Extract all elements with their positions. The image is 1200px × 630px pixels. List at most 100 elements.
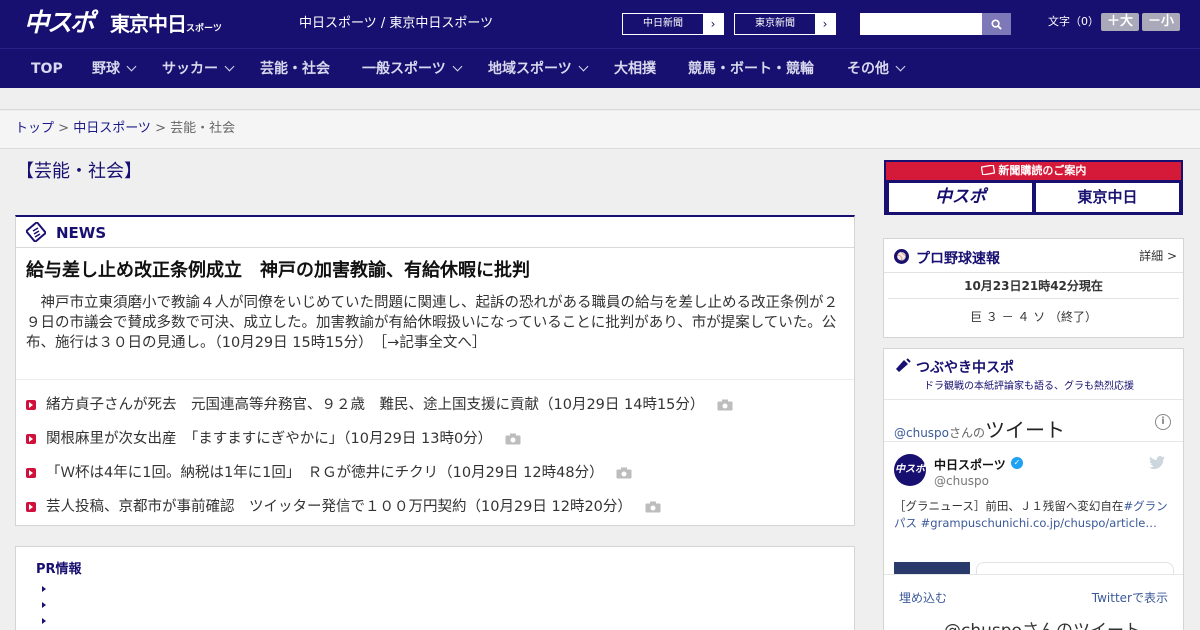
header-spacer xyxy=(0,88,1200,110)
timeline-next-header: @chuspoさんのツイート xyxy=(944,616,1141,630)
nav-item-racing[interactable]: 競馬・ボート・競輪 xyxy=(688,49,814,89)
baseball-header: ⚾ プロ野球速報 詳細 > xyxy=(884,239,1183,273)
subscription-banner[interactable]: 新聞購読のご案内 中スポ 東京中日 xyxy=(884,160,1183,215)
news-header: NEWS xyxy=(16,217,854,248)
triangle-bullet-icon xyxy=(42,618,46,624)
breadcrumb: トップ > 中日スポーツ > 芸能・社会 xyxy=(0,111,1200,149)
main-nav: TOP 野球 サッカー 芸能・社会 一般スポーツ 地域スポーツ 大相撲 競馬・ボ… xyxy=(0,48,1200,88)
nav-item-entertainment[interactable]: 芸能・社会 xyxy=(260,49,330,89)
avatar[interactable]: 中スポ xyxy=(894,454,926,486)
search-input[interactable] xyxy=(860,13,982,35)
twitter-section: つぶやき中スポ ドラ観戦の本紙評論家も語る、グラも熱烈応援 @chuspoさんの… xyxy=(883,348,1184,630)
chevron-right-icon: › xyxy=(815,14,835,34)
nav-item-soccer[interactable]: サッカー xyxy=(162,49,235,89)
font-size-increase-button[interactable]: ＋大 xyxy=(1101,13,1139,31)
nav-label: その他 xyxy=(847,61,889,77)
tokyo-logo-text: 東京中日 xyxy=(110,12,187,36)
nav-item-other[interactable]: その他 xyxy=(847,49,906,89)
nav-item-baseball[interactable]: 野球 xyxy=(92,49,137,89)
newspaper-icon xyxy=(26,222,46,242)
megaphone-icon xyxy=(896,358,911,372)
twitter-timeline: @chuspoさんのツイート i 中スポ 中日スポーツ ✓ @chuspo ［グ… xyxy=(884,399,1183,630)
tokyo-chunichi-subscribe-logo[interactable]: 東京中日 xyxy=(1036,183,1179,212)
search-button[interactable] xyxy=(982,13,1011,35)
tokyo-chunichi-logo[interactable]: 東京中日スポーツ xyxy=(110,11,222,42)
play-bullet-icon xyxy=(26,502,36,512)
news-section: NEWS 給与差し止め改正条例成立 神戸の加害教諭、有給休暇に批判 神戸市立東須… xyxy=(15,215,855,526)
info-icon[interactable]: i xyxy=(1155,414,1171,430)
handle-text: @chuspo xyxy=(894,426,950,440)
chevron-down-icon xyxy=(895,61,906,72)
nav-label: 地域スポーツ xyxy=(488,61,572,77)
timeline-header: @chuspoさんのツイート i xyxy=(884,400,1183,442)
newspaper-icon xyxy=(980,164,995,176)
nav-item-sumo[interactable]: 大相撲 xyxy=(614,49,656,89)
news-item-time: （10月29日 14時15分） xyxy=(539,397,705,413)
tweet-url-link[interactable]: #grampuschunichi.co.jp/chuspo/article… xyxy=(921,516,1157,530)
embed-link[interactable]: 埋め込む xyxy=(899,589,947,606)
twitter-subtitle: ドラ観戦の本紙評論家も語る、グラも熱烈応援 xyxy=(924,381,1134,392)
baseball-score[interactable]: 巨 ３ － ４ ソ （終了） xyxy=(884,299,1183,335)
breadcrumb-separator: > xyxy=(54,121,74,136)
verified-icon: ✓ xyxy=(1011,457,1023,469)
news-item-title: 緒方貞子さんが死去 元国連高等弁務官、９２歳 難民、途上国支援に貢献 xyxy=(46,397,539,413)
timeline-handle[interactable]: @chuspoさんのツイート xyxy=(894,414,1065,443)
nav-label: 芸能・社会 xyxy=(260,61,330,77)
news-list-item[interactable]: 「Ｗ杯は4年に1回。納税は1年に1回」 ＲＧが徳井にチクリ（10月29日 12時… xyxy=(16,456,854,490)
tweet-media-thumbnail[interactable] xyxy=(894,562,970,574)
twitter-bird-icon[interactable] xyxy=(1149,456,1165,469)
timeline-footer: 埋め込む Twitterで表示 xyxy=(884,574,1183,616)
lead-article-title[interactable]: 給与差し止め改正条例成立 神戸の加害教諭、有給休暇に批判 xyxy=(26,259,530,283)
handle-suffix: さんの xyxy=(949,426,986,440)
baseball-title: プロ野球速報 xyxy=(916,251,1000,267)
breadcrumb-home-link[interactable]: トップ xyxy=(15,121,54,136)
news-list-item[interactable]: 緒方貞子さんが死去 元国連高等弁務官、９２歳 難民、途上国支援に貢献（10月29… xyxy=(16,388,854,422)
chevron-down-icon xyxy=(126,61,137,72)
baseball-detail-link[interactable]: 詳細 > xyxy=(1139,247,1177,264)
breadcrumb-section-link[interactable]: 中日スポーツ xyxy=(73,121,151,136)
news-list-item[interactable]: 芸人投稿、京都市が事前確認 ツイッター発信で１００万円契約（10月29日 12時… xyxy=(16,490,854,524)
view-on-twitter-link[interactable]: Twitterで表示 xyxy=(1092,589,1168,606)
triangle-bullet-icon xyxy=(42,586,46,592)
nav-label: 一般スポーツ xyxy=(362,61,446,77)
news-label: NEWS xyxy=(56,224,107,242)
nav-item-local-sports[interactable]: 地域スポーツ xyxy=(488,49,589,89)
pr-title: PR情報 xyxy=(36,562,82,577)
news-list-item[interactable]: 関根麻里が次女出産 「ますますにぎやかに」（10月29日 13時0分） xyxy=(16,422,854,456)
camera-icon xyxy=(505,433,521,445)
tweet-author-username[interactable]: @chuspo xyxy=(934,474,989,488)
news-item-title: 「Ｗ杯は4年に1回。納税は1年に1回」 ＲＧが徳井にチクリ xyxy=(46,465,439,481)
baseball-icon: ⚾ xyxy=(894,249,909,264)
tweet-card[interactable] xyxy=(976,562,1174,574)
search-icon xyxy=(991,19,1002,30)
chuspo-subscribe-logo[interactable]: 中スポ xyxy=(889,183,1032,212)
news-list: 緒方貞子さんが死去 元国連高等弁務官、９２歳 難民、途上国支援に貢献（10月29… xyxy=(16,379,854,524)
font-size-label: 文字（0） xyxy=(1048,15,1099,28)
news-item-time: （10月29日 12時48分） xyxy=(438,465,604,481)
tokyo-shimbun-link[interactable]: 東京新聞 › xyxy=(734,13,836,35)
news-item-time: （10月29日 13時0分） xyxy=(343,431,493,447)
nav-label: 野球 xyxy=(92,61,120,77)
tweet-author-name[interactable]: 中日スポーツ xyxy=(934,456,1006,473)
chunichi-shimbun-link[interactable]: 中日新聞 › xyxy=(622,13,724,35)
tweet-text: ［グラニュース］前田、Ｊ１残留へ変幻自在#グランパス #grampuschuni… xyxy=(894,498,1174,532)
chevron-down-icon xyxy=(224,61,235,72)
nav-label: サッカー xyxy=(162,61,218,77)
tokyo-logo-suffix: スポーツ xyxy=(186,24,222,34)
tweet-plain-text: ［グラニュース］前田、Ｊ１残留へ変幻自在 xyxy=(894,499,1124,513)
twitter-header: つぶやき中スポ ドラ観戦の本紙評論家も語る、グラも熱烈応援 xyxy=(884,349,1183,397)
nav-label: 大相撲 xyxy=(614,61,656,77)
tweets-heading: ツイート xyxy=(985,418,1066,442)
camera-icon xyxy=(717,399,733,411)
font-size-decrease-button[interactable]: －小 xyxy=(1142,13,1180,31)
chuspo-logo[interactable]: 中スポ xyxy=(24,7,95,39)
nav-item-top[interactable]: TOP xyxy=(31,49,63,89)
nav-item-general-sports[interactable]: 一般スポーツ xyxy=(362,49,463,89)
pr-section: PR情報 xyxy=(15,546,855,630)
news-item-title: 関根麻里が次女出産 「ますますにぎやかに」 xyxy=(46,431,344,447)
baseball-updated-time: 10月23日21時42分現在 xyxy=(888,273,1179,299)
pro-baseball-scores: ⚾ プロ野球速報 詳細 > 10月23日21時42分現在 巨 ３ － ４ ソ （… xyxy=(883,238,1184,338)
read-more-link[interactable]: ［→記事全文へ］ xyxy=(380,335,486,351)
camera-icon xyxy=(645,501,661,513)
breadcrumb-current: 芸能・社会 xyxy=(170,121,236,136)
